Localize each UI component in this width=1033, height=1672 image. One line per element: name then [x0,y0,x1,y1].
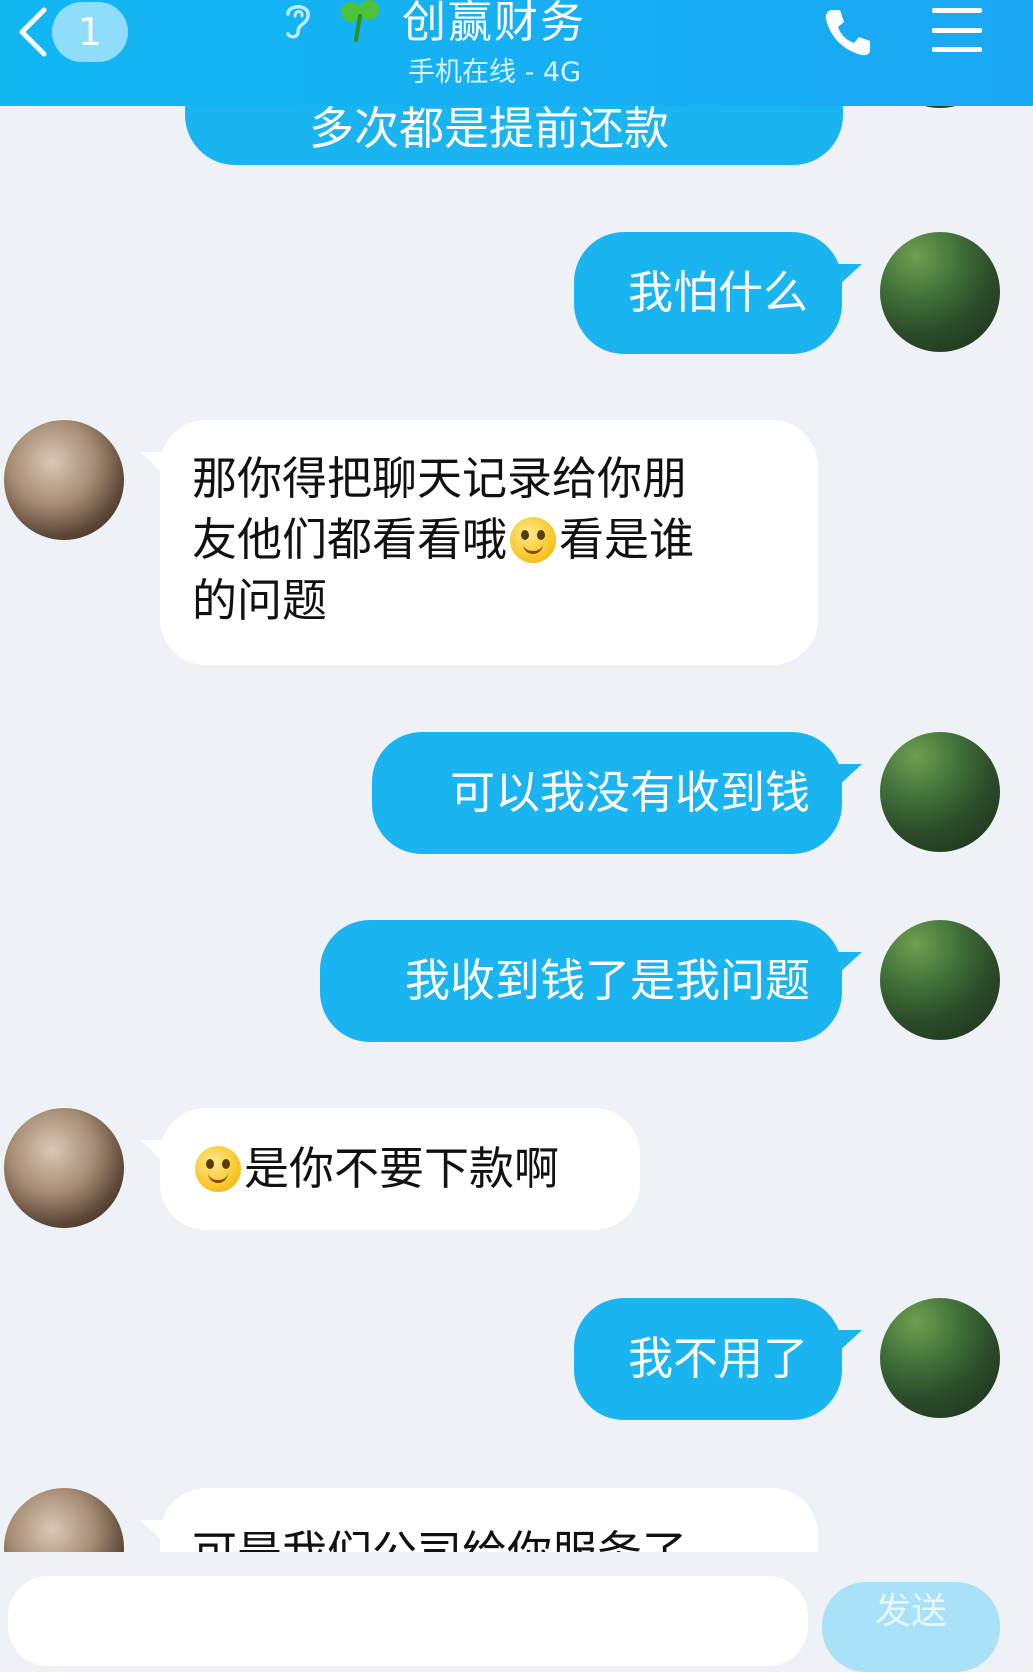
message-text: 我不用了 [627,1332,808,1385]
chat-area[interactable]: 多次都是提前还款 我怕什么 那你得把聊天记录给你朋 友他们都看看哦 看是谁 的问题… [0,0,1033,1552]
message-bubble-incoming[interactable]: 是你不要下款啊 [160,1108,640,1230]
menu-icon[interactable] [930,6,984,54]
message-text: 多次都是提前还款 [308,102,669,155]
bubble-tail [838,264,862,286]
avatar-contact[interactable] [4,1488,124,1552]
message-text: 我怕什么 [627,266,808,319]
message-text: 友他们都看看哦 [192,513,508,566]
bubble-tail [838,952,862,974]
send-button[interactable]: 发送 [822,1582,1000,1672]
avatar-self[interactable] [880,1298,1000,1418]
message-text-line: 友他们都看看哦 看是谁 [192,509,788,570]
smiley-emoji-icon [195,1146,241,1192]
message-bubble-outgoing[interactable]: 我不用了 [574,1298,842,1420]
unread-count-badge[interactable]: 1 [52,2,128,62]
input-bar: 发送 [0,1552,1033,1672]
bubble-tail [838,1330,862,1352]
message-bubble-outgoing[interactable]: 可以我没有收到钱 [372,732,842,854]
phone-call-icon[interactable] [822,6,874,58]
hearing-ear-icon[interactable] [278,0,318,40]
message-text: 可以我没有收到钱 [449,766,810,819]
avatar-contact[interactable] [4,420,124,540]
message-bubble-incoming[interactable]: 可是我们公司给你服务了 [160,1488,818,1552]
message-text-line: 的问题 [192,574,328,627]
message-text: 可是我们公司给你服务了 [192,1526,687,1552]
bubble-tail [838,764,862,786]
back-arrow-icon[interactable] [14,4,54,60]
message-input[interactable] [8,1576,808,1666]
contact-name: 创赢财务 [402,0,586,48]
avatar-contact[interactable] [4,1108,124,1228]
message-text: 是你不要下款啊 [244,1142,560,1195]
message-text-line: 那你得把聊天记录给你朋 [192,452,688,505]
avatar-self[interactable] [880,732,1000,852]
online-status: 手机在线 - 4G [408,57,582,88]
avatar-self[interactable] [880,232,1000,352]
clover-icon [341,0,379,42]
chat-header: 1 创赢财务 手机在线 - 4G [0,0,1033,106]
message-bubble-incoming[interactable]: 那你得把聊天记录给你朋 友他们都看看哦 看是谁 的问题 [160,420,818,665]
message-bubble-outgoing[interactable]: 我收到钱了是我问题 [320,920,842,1042]
message-bubble-outgoing[interactable]: 我怕什么 [574,232,842,354]
message-text: 看是谁 [559,513,695,566]
message-text: 我收到钱了是我问题 [404,954,810,1007]
avatar-self[interactable] [880,920,1000,1040]
smiley-emoji-icon [510,517,557,563]
